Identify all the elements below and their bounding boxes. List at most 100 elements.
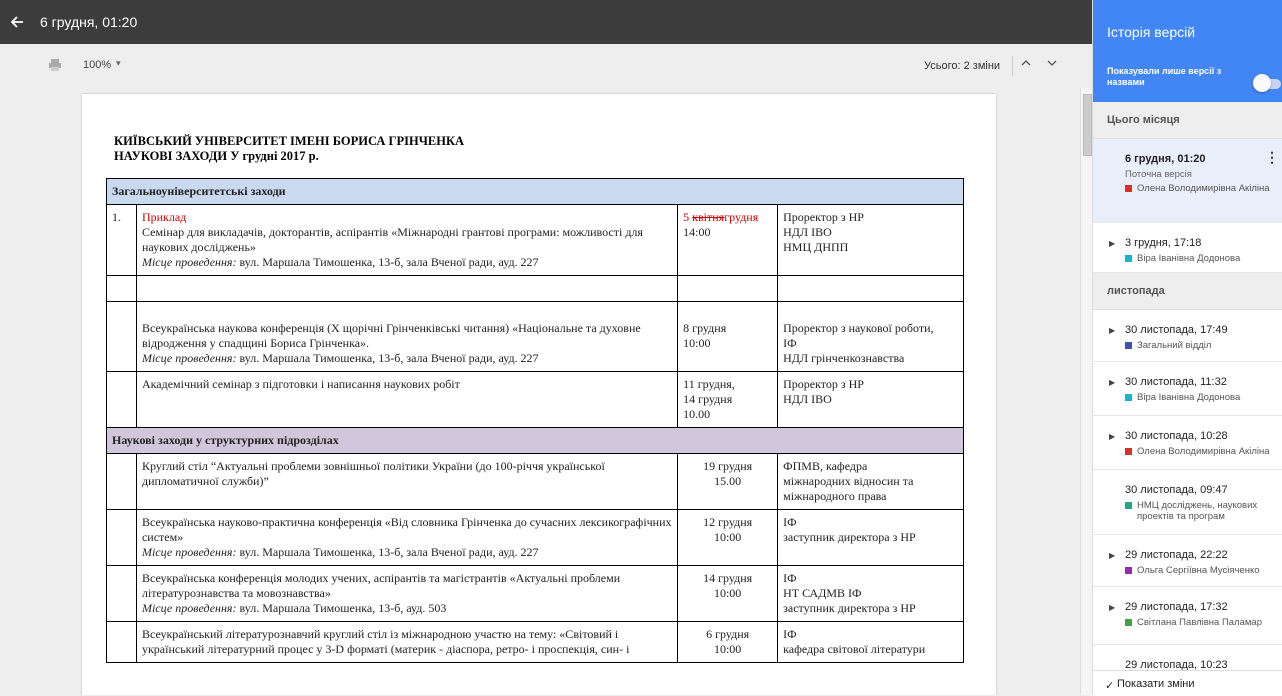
version-item[interactable]: ▶ 30 листопада, 10:28 Олена Володимирівна … bbox=[1093, 416, 1282, 470]
table-row-empty bbox=[106, 275, 964, 302]
version-date: 6 грудня, 01:20 bbox=[1125, 153, 1206, 165]
version-author: Олена Володимирівна Акіліна bbox=[1125, 183, 1270, 194]
version-item-current[interactable]: 6 грудня, 01:20 ⋮ Поточна версія Олена В… bbox=[1093, 139, 1282, 223]
version-author: НМЦ досліджень, наукових проектів та про… bbox=[1125, 500, 1275, 522]
author-name: Олена Володимирівна Акіліна bbox=[1137, 183, 1270, 194]
event-time: 14:00 bbox=[683, 225, 711, 239]
version-author: Загальний відділ bbox=[1125, 340, 1275, 351]
group-header: Цього місяця bbox=[1093, 102, 1282, 139]
expand-triangle-icon[interactable]: ▶ bbox=[1109, 603, 1115, 612]
expand-triangle-icon[interactable]: ▶ bbox=[1109, 326, 1115, 335]
document-scrollbar[interactable] bbox=[1080, 88, 1092, 695]
expand-triangle-icon[interactable]: ▶ bbox=[1109, 432, 1115, 441]
expand-triangle-icon[interactable]: ▶ bbox=[1109, 378, 1115, 387]
document-viewport[interactable]: КИЇВСЬКИЙ УНІВЕРСИТЕТ ІМЕНІ БОРИСА ГРІНЧ… bbox=[0, 88, 1092, 695]
responsible-line: НДЛ ІВО bbox=[783, 225, 832, 239]
section-header-row: Наукові заходи у структурних підрозділах bbox=[106, 427, 964, 454]
event-description: Круглий стіл “Актуальні проблеми зовнішн… bbox=[141, 459, 605, 488]
version-label: Поточна версія bbox=[1125, 169, 1192, 180]
responsible-cell: ФПМВ, кафедра міжнародних відносин та мі… bbox=[777, 453, 964, 510]
version-title: 6 грудня, 01:20 bbox=[40, 14, 138, 30]
version-date: 29 листопада, 22:22 bbox=[1125, 549, 1228, 561]
responsible-line: ІФ bbox=[783, 627, 797, 641]
version-date: 29 листопада, 10:23 bbox=[1125, 659, 1228, 670]
version-item[interactable]: ▶ 29 листопада, 22:22 Ольга Сергіївна Мусі… bbox=[1093, 535, 1282, 587]
version-date: 29 листопада, 17:32 bbox=[1125, 601, 1228, 613]
version-item[interactable]: ▶ 29 листопада, 17:32 Світлана Павлівна Па… bbox=[1093, 587, 1282, 645]
events-table: Загальноуніверситетські заходи 1. Прикла… bbox=[106, 178, 964, 663]
version-author: Ольга Сергіївна Мусіяченко bbox=[1125, 565, 1275, 576]
inserted-text: Приклад bbox=[141, 210, 187, 224]
previous-change-icon[interactable] bbox=[1021, 58, 1031, 71]
table-row: Круглий стіл “Актуальні проблеми зовнішн… bbox=[106, 453, 964, 510]
author-name: Віра Іванівна Додонова bbox=[1137, 253, 1241, 264]
empty-cell bbox=[777, 275, 964, 302]
zoom-select[interactable]: 100% bbox=[83, 59, 111, 71]
version-item[interactable]: ▶ 30 листопада, 17:49 Загальний відділ bbox=[1093, 310, 1282, 362]
checkbox-checked-icon[interactable]: ✓ bbox=[1105, 679, 1114, 692]
table-row: Всеукраїнська науково-практична конферен… bbox=[106, 509, 964, 566]
responsible-line: ІФ bbox=[783, 336, 797, 350]
event-date: 14 грудня bbox=[683, 392, 733, 406]
place-label: Місце проведення: bbox=[141, 351, 237, 365]
row-number bbox=[106, 453, 137, 510]
section-header-row: Загальноуніверситетські заходи bbox=[106, 178, 964, 205]
university-name: КИЇВСЬКИЙ УНІВЕРСИТЕТ ІМЕНІ БОРИСА ГРІНЧ… bbox=[114, 134, 465, 148]
scrollbar-thumb[interactable] bbox=[1083, 94, 1092, 156]
author-name: Ольга Сергіївна Мусіяченко bbox=[1137, 565, 1260, 576]
versions-this-month: ▶ 3 грудня, 17:18 Віра Іванівна Додонова bbox=[1093, 223, 1282, 273]
divider bbox=[1012, 56, 1013, 76]
responsible-line: кафедра світової літератури bbox=[783, 642, 926, 656]
named-versions-filter-label: Показували лише версії з назвами bbox=[1107, 66, 1222, 87]
document-page: КИЇВСЬКИЙ УНІВЕРСИТЕТ ІМЕНІ БОРИСА ГРІНЧ… bbox=[82, 94, 996, 695]
show-changes-label[interactable]: Показати зміни bbox=[1117, 678, 1195, 690]
expand-triangle-icon[interactable]: ▶ bbox=[1109, 551, 1115, 560]
chevron-down-icon[interactable]: ▾ bbox=[116, 58, 121, 69]
next-change-icon[interactable] bbox=[1047, 58, 1057, 71]
responsible-line: міжнародних відносин та bbox=[783, 474, 914, 488]
responsible-line: ІФ bbox=[783, 571, 797, 585]
responsible-line: Проректор з НР bbox=[783, 377, 864, 391]
table-row: Всеукраїнський літературознавчий круглий… bbox=[106, 621, 964, 663]
author-name: Загальний відділ bbox=[1137, 340, 1212, 351]
row-number bbox=[106, 371, 137, 428]
table-row: 1. Приклад Семінар для викладачів, докто… bbox=[106, 204, 964, 276]
version-list[interactable]: Цього місяця 6 грудня, 01:20 ⋮ Поточна в… bbox=[1093, 102, 1282, 670]
place-text: вул. Маршала Тимошенка, 13-б, зала Вчено… bbox=[236, 255, 539, 269]
version-date: 3 грудня, 17:18 bbox=[1125, 237, 1202, 249]
more-options-icon[interactable]: ⋮ bbox=[1265, 149, 1279, 166]
responsible-cell: ІФ кафедра світової літератури bbox=[777, 621, 964, 663]
events-title: НАУКОВІ ЗАХОДИ У грудні 2017 р. bbox=[114, 149, 319, 163]
document-heading: КИЇВСЬКИЙ УНІВЕРСИТЕТ ІМЕНІ БОРИСА ГРІНЧ… bbox=[114, 134, 464, 164]
author-name: Віра Іванівна Додонова bbox=[1137, 392, 1241, 403]
table-row: Всеукраїнська конференція молодих учених… bbox=[106, 565, 964, 622]
event-place: Місце проведення: вул. Маршала Тимошенка… bbox=[142, 601, 672, 616]
expand-triangle-icon[interactable]: ▶ bbox=[1109, 239, 1115, 248]
version-date: 30 листопада, 09:47 bbox=[1125, 484, 1228, 496]
toggle-knob[interactable] bbox=[1253, 74, 1271, 92]
version-item[interactable]: 29 листопада, 10:23Олена Леонідівна Доце… bbox=[1093, 645, 1282, 670]
event-cell: Всеукраїнська конференція молодих учених… bbox=[135, 565, 679, 622]
changes-count: Усього: 2 зміни bbox=[924, 60, 1001, 72]
version-item[interactable]: 30 листопада, 09:47 НМЦ досліджень, науко… bbox=[1093, 470, 1282, 535]
versions-november: ▶ 30 листопада, 17:49 Загальний відділ ▶ 30 … bbox=[1093, 310, 1282, 670]
version-author: Олена Володимирівна Акіліна bbox=[1125, 446, 1275, 457]
date-cell: 14 грудня 10:00 bbox=[677, 565, 779, 622]
print-icon[interactable] bbox=[48, 58, 62, 72]
version-item[interactable]: ▶ 3 грудня, 17:18 Віра Іванівна Додонова bbox=[1093, 223, 1282, 273]
responsible-line: Проректор з наукової роботи, bbox=[783, 321, 934, 335]
event-cell: Приклад Семінар для викладачів, докторан… bbox=[135, 204, 679, 276]
version-item[interactable]: ▶ 30 листопада, 11:32 Віра Іванівна Додоно… bbox=[1093, 362, 1282, 416]
version-date: 30 листопада, 17:49 bbox=[1125, 324, 1228, 336]
place-label: Місце проведення: bbox=[141, 255, 237, 269]
empty-cell bbox=[677, 275, 779, 302]
group-header: листопада bbox=[1093, 273, 1282, 310]
back-arrow-icon[interactable] bbox=[10, 15, 24, 29]
event-place: Місце проведення: вул. Маршала Тимошенка… bbox=[142, 255, 672, 270]
panel-header: Історія версій Показували лише версії з … bbox=[1093, 0, 1282, 102]
table-row: Всеукраїнська наукова конференція (Х щор… bbox=[106, 301, 964, 372]
responsible-line: НДЛ грінченкознавства bbox=[783, 351, 905, 365]
responsible-cell: Проректор з НР НДЛ ІВО bbox=[777, 371, 964, 428]
